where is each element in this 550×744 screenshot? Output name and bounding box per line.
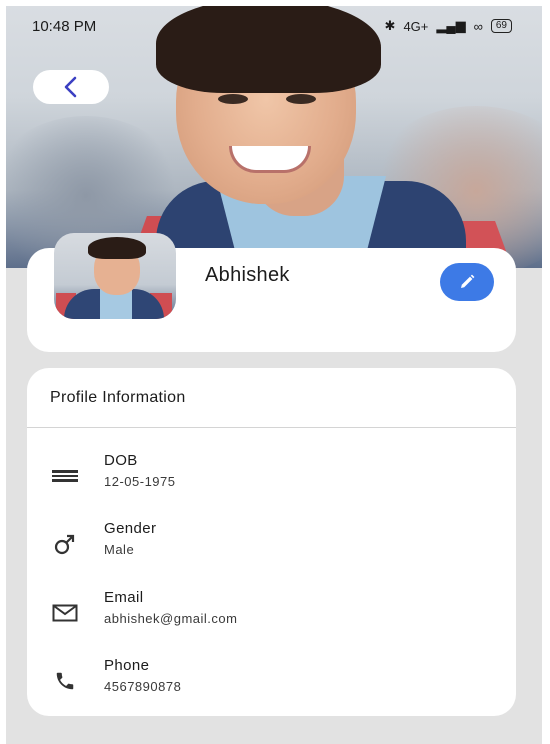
cover-photo [6, 6, 542, 268]
app-screen: 10:48 PM ✱ 4G+ ▂▄▆ ∞ 69 Abhishek Profile… [6, 6, 542, 744]
link-icon: ∞ [473, 18, 483, 34]
avatar [54, 233, 176, 319]
row-label: DOB [104, 452, 138, 469]
row-value: Male [104, 542, 135, 557]
envelope-icon [51, 602, 79, 624]
section-title: Profile Information [50, 389, 186, 406]
battery-icon: 69 [490, 19, 512, 33]
info-row-phone: Phone 4567890878 [27, 657, 516, 707]
pencil-icon [461, 274, 475, 288]
row-value: 4567890878 [104, 679, 182, 694]
info-row-dob: DOB 12-05-1975 [27, 452, 516, 502]
bluetooth-icon: ✱ [384, 18, 396, 33]
row-label: Phone [104, 657, 150, 674]
info-row-email: Email abhishek@gmail.com [27, 589, 516, 639]
row-value: 12-05-1975 [104, 474, 176, 489]
status-bar: 10:48 PM ✱ 4G+ ▂▄▆ ∞ 69 [6, 6, 542, 42]
row-label: Gender [104, 520, 157, 537]
info-row-gender: Gender Male [27, 520, 516, 570]
network-label: 4G+ [403, 18, 429, 34]
edit-profile-button[interactable] [440, 263, 494, 301]
divider [27, 427, 516, 428]
chevron-left-icon [64, 76, 77, 98]
row-value: abhishek@gmail.com [104, 611, 238, 626]
row-label: Email [104, 589, 144, 606]
phone-icon [51, 670, 79, 692]
calendar-lines-icon [51, 465, 79, 487]
signal-icon: ▂▄▆ [436, 18, 466, 33]
status-icons: ✱ 4G+ ▂▄▆ ∞ 69 [385, 18, 512, 34]
status-time: 10:48 PM [32, 18, 97, 35]
back-button[interactable] [33, 70, 109, 104]
profile-name: Abhishek [205, 264, 290, 286]
male-symbol-icon [51, 533, 79, 555]
profile-information-card: Profile Information DOB 12-05-1975 Gende… [27, 368, 516, 716]
